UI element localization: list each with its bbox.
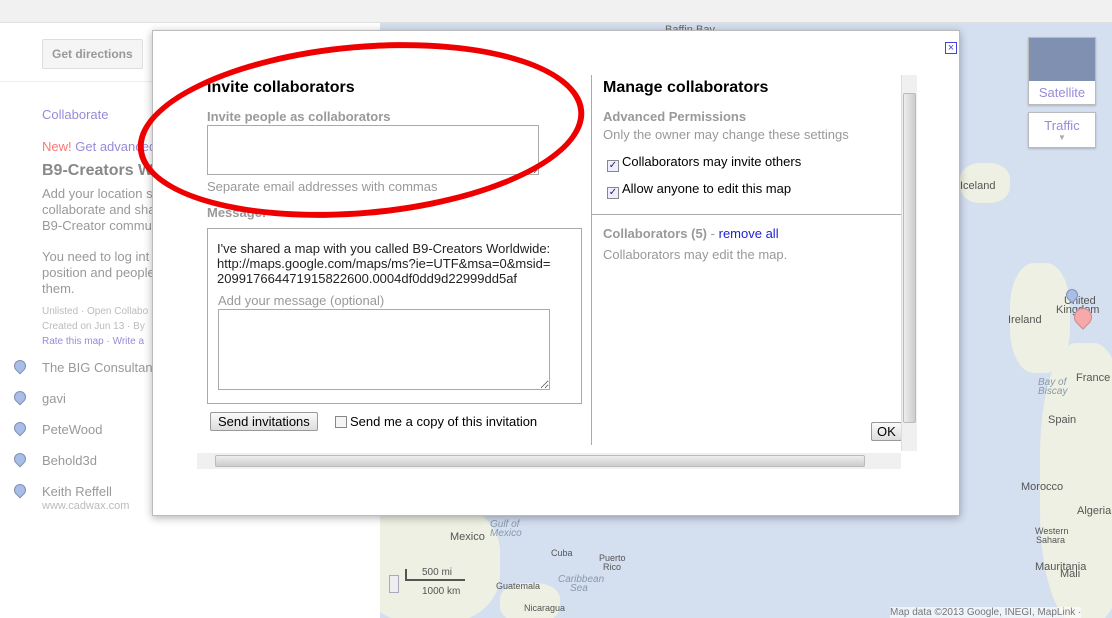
new-badge: New! [42,139,72,154]
map-description: B9-Creator commu [42,218,152,233]
get-directions-button[interactable]: Get directions [42,39,143,69]
ruler-icon[interactable] [389,575,399,593]
divider [592,214,901,215]
login-note: position and people [42,265,155,280]
vertical-scrollbar[interactable] [901,75,917,451]
send-invitations-button[interactable]: Send invitations [210,412,318,431]
login-note: You need to log int [42,249,150,264]
chevron-down-icon: ▼ [1058,133,1066,142]
horizontal-scrollbar[interactable] [197,453,901,469]
collaborators-note: Collaborators may edit the map. [603,247,788,262]
place-item[interactable]: Keith Reffell www.cadwax.com [11,481,129,515]
place-item[interactable]: gavi [11,388,66,422]
pin-icon [11,419,29,437]
message-line: I've shared a map with you called B9-Cre… [217,241,551,256]
map-meta: Created on Jun 13 · By [42,321,145,332]
rate-map-link[interactable]: Rate this map · Write a [42,334,148,349]
add-message-label: Add your message (optional) [218,293,385,308]
collaborate-link[interactable]: Collaborate [42,107,109,122]
traffic-button[interactable]: Traffic ▼ [1028,112,1096,148]
message-box: I've shared a map with you called B9-Cre… [207,228,582,404]
map-attribution: Map data ©2013 Google, INEGI, MapLink · [890,607,1082,618]
send-copy-checkbox[interactable]: Send me a copy of this invitation [335,414,537,429]
place-item[interactable]: PeteWood [11,419,102,453]
manage-title: Manage collaborators [603,79,769,96]
map-description: collaborate and sha [42,202,156,217]
advanced-permissions-label: Advanced Permissions [603,109,747,124]
pin-icon [11,357,29,375]
pin-icon [11,450,29,468]
add-message-input[interactable] [218,309,550,390]
checkbox-icon[interactable] [335,416,347,428]
close-icon[interactable]: × [945,42,957,54]
place-item[interactable]: Behold3d [11,450,97,484]
login-note: them. [42,281,75,296]
ok-button[interactable]: OK [871,422,902,441]
map-title: B9-Creators W [42,162,154,179]
checkbox-checked-icon[interactable]: ✓ [607,187,619,199]
pin-icon [11,388,29,406]
message-line: 209917664471915822600.0004df0dd9d22999dd… [217,271,518,286]
owner-note: Only the owner may change these settings [603,127,849,142]
message-line: http://maps.google.com/maps/ms?ie=UTF&ms… [217,256,551,271]
collaborators-count: Collaborators (5) [603,226,708,241]
column-divider [591,75,592,445]
top-bar [0,0,1112,23]
satellite-button[interactable]: Satellite [1028,37,1096,105]
remove-all-link[interactable]: remove all [719,226,779,241]
perm-invite-checkbox[interactable]: ✓ Collaborators may invite others [607,154,801,172]
map-meta: Unlisted · Open Collabo [42,306,149,317]
checkbox-checked-icon[interactable]: ✓ [607,160,619,172]
map-description: Add your location s [42,186,153,201]
pin-icon [11,481,29,499]
scale-miles: 500 mi [422,567,453,578]
website: www.cadwax.com [42,500,130,512]
perm-edit-checkbox[interactable]: ✓ Allow anyone to edit this map [607,181,791,199]
scale-km: 1000 km [422,586,461,597]
place-item[interactable]: The BIG Consultan [11,357,153,391]
